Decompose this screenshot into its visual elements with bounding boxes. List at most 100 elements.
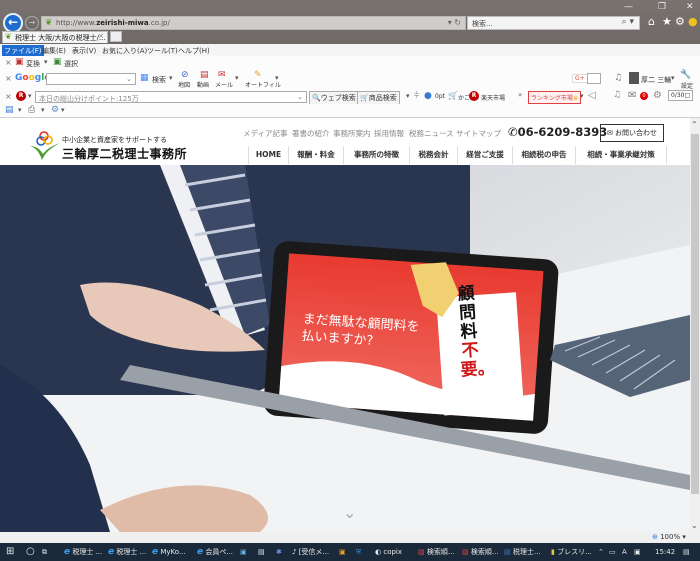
web-search-button[interactable]: 🔍ウェブ検索 [309, 91, 359, 105]
google-search-button[interactable]: 検索 [152, 75, 166, 85]
menu-help[interactable]: ヘルプ(H) [176, 45, 212, 56]
chevron-down-icon[interactable]: ▾ [580, 92, 584, 100]
scroll-down-icon[interactable]: ⌄ [691, 521, 698, 530]
hero-banner[interactable]: まだ無駄な顧問料を 払いますか? 顧問料 不要。 ⌄ [0, 165, 690, 532]
taskbar-item-9[interactable]: ▤ 税理士... [504, 545, 541, 559]
menu-edit[interactable]: 編集(E) [40, 45, 68, 56]
cortana-circle-icon[interactable]: ○ [26, 545, 35, 559]
print-icon[interactable]: ⎙ [28, 105, 35, 115]
chevron-down-icon[interactable]: ▾ [406, 92, 410, 100]
toplink-media[interactable]: メディア記事 [243, 128, 287, 139]
menu-file[interactable]: ファイル(F) [2, 45, 44, 56]
browser-tab[interactable]: ❦ 税理士 大阪/大阪の税理士/... × [2, 31, 108, 43]
app-icon[interactable]: ▣ [339, 545, 346, 559]
new-tab-button[interactable] [110, 31, 122, 42]
scroll-down-chevron-icon[interactable]: ⌄ [343, 503, 356, 522]
rakuten-search-input[interactable]: 本日の総山分けポイント:125万 ⌄ [35, 91, 307, 103]
map-button[interactable]: 地図 [178, 80, 190, 89]
logo-name[interactable]: 三輪厚二税理士事務所 [62, 145, 187, 162]
logo-icon[interactable] [28, 130, 62, 162]
toplink-tax-news[interactable]: 税務ニュース [409, 128, 454, 139]
taskbar-item-7[interactable]: ▧ 検索順... [418, 545, 455, 559]
home-icon[interactable]: ⌂ [648, 15, 655, 28]
ranking-button[interactable]: ランキング市場♛ [528, 91, 582, 104]
user-name[interactable]: 厚二 三輪 [641, 75, 671, 85]
settings-gear-icon[interactable]: ⚙ [675, 15, 685, 28]
taskbar-item-5[interactable]: ♪ [受信メ... [292, 545, 329, 559]
app-icon[interactable]: ▣ [240, 545, 247, 559]
nav-tax-accounting[interactable]: 税務会計 [409, 146, 457, 164]
taskbar-item-10[interactable]: ▮ ブレスリ... [551, 545, 592, 559]
page-scrollbar[interactable]: ⌃ ⌄ [690, 118, 700, 532]
ime-icon[interactable]: A [622, 545, 627, 559]
toplink-recruit[interactable]: 採用情報 [374, 128, 404, 139]
bell-icon[interactable]: ♫ [613, 90, 621, 100]
taskbar-item-6[interactable]: ◐ copix [375, 545, 402, 559]
counter-box[interactable]: 0/30□ [668, 90, 694, 101]
google-search-input[interactable]: ⌄ [46, 73, 136, 85]
rakuten-market-button[interactable]: 楽天市場 [481, 93, 505, 102]
close-toolbar-icon[interactable]: × [5, 92, 12, 101]
chevron-down-icon[interactable]: ⌄ [126, 75, 132, 83]
windows-start-icon[interactable]: ⊞ [6, 545, 14, 559]
menu-favorites[interactable]: お気に入り(A) [100, 45, 149, 56]
clock[interactable]: 15:42 [655, 545, 675, 559]
more-chevron-icon[interactable]: » [518, 91, 522, 99]
back-button[interactable]: ← [3, 13, 23, 33]
bell-icon[interactable]: ♫ [614, 73, 622, 83]
nav-features[interactable]: 事務所の特徴 [343, 146, 409, 164]
toplink-office[interactable]: 事務所案内 [333, 128, 371, 139]
restore-button[interactable]: ❐ [658, 2, 666, 12]
chevron-down-icon[interactable]: ▾ [671, 74, 675, 82]
forward-button[interactable]: → [25, 16, 39, 30]
contact-button[interactable]: ✉ お問い合わせ [600, 124, 664, 142]
taskbar-item-3[interactable]: e MyKo... [152, 545, 186, 559]
megaphone-icon[interactable]: ◁ [588, 90, 596, 101]
nav-succession[interactable]: 相続・事業承継対策 [575, 146, 667, 164]
close-toolbar-icon[interactable]: × [5, 74, 12, 83]
product-search-button[interactable]: 🛒商品検索 [357, 91, 400, 105]
mail-button[interactable]: メール [215, 80, 233, 89]
tab-close-icon[interactable]: × [98, 32, 104, 40]
chevron-down-icon[interactable]: ▾ [44, 58, 48, 66]
taskbar-item-4[interactable]: e 会員ペ... [197, 545, 233, 559]
minimize-button[interactable]: — [624, 2, 633, 12]
chevron-down-icon[interactable]: ▾ [61, 106, 65, 114]
google-plus-button[interactable]: G+ [572, 74, 588, 83]
tray-expand-icon[interactable]: ⌃ [598, 545, 604, 559]
chevron-down-icon[interactable]: ▾ [41, 106, 45, 114]
smiley-feedback-icon[interactable]: ● [688, 15, 698, 28]
nav-home[interactable]: HOME [248, 146, 288, 164]
nav-inheritance-tax[interactable]: 相続税の申告 [512, 146, 575, 164]
app-icon[interactable]: ✱ [276, 545, 282, 559]
toplink-sitemap[interactable]: サイトマップ [456, 128, 501, 139]
chevron-down-icon[interactable]: ▾ [235, 74, 239, 82]
close-toolbar-icon[interactable]: × [5, 58, 12, 67]
close-window-button[interactable]: ✕ [686, 2, 694, 12]
mail-icon[interactable]: ✉ [628, 90, 636, 101]
phone-number[interactable]: ✆06-6209-8393 [508, 125, 607, 139]
taskbar-item-8[interactable]: ▧ 検索順... [462, 545, 499, 559]
browser-search-box[interactable]: 検索... ⌕ ▾ [467, 16, 640, 30]
page-icon[interactable]: ▤ [5, 105, 14, 115]
chevron-down-icon[interactable]: ▾ [275, 74, 279, 82]
settings-gear-icon[interactable]: ⚙ [653, 90, 662, 101]
network-icon[interactable]: ▭ [609, 545, 616, 559]
address-bar[interactable]: ❦ http://www.zeirishi-miwa.co.jp/ ▾ ↻ [41, 16, 466, 30]
chevron-down-icon[interactable]: ⌄ [297, 93, 303, 101]
tools-gear-icon[interactable]: ⚙ [51, 105, 59, 115]
nav-fees[interactable]: 報酬・料金 [288, 146, 343, 164]
search-icon[interactable]: ⌕ ▾ [622, 17, 634, 27]
taskbar-item-2[interactable]: e 税理士 ... [108, 545, 146, 559]
menu-tools[interactable]: ツール(T) [145, 45, 180, 56]
refresh-icon[interactable]: ▾ ↻ [448, 18, 461, 27]
chevron-down-icon[interactable]: ▾ [18, 106, 22, 114]
user-avatar[interactable] [629, 72, 639, 84]
separator-handle-icon[interactable]: ⫩ [414, 91, 419, 101]
scroll-up-icon[interactable]: ⌃ [691, 120, 698, 129]
store-bag-icon[interactable]: ▤ [258, 545, 265, 559]
notifications-icon[interactable]: ▤ [683, 545, 690, 559]
shield-icon[interactable]: ⛨ [356, 545, 361, 559]
chevron-down-icon[interactable]: ▾ [28, 92, 32, 100]
toplink-books[interactable]: 著書の紹介 [292, 128, 330, 139]
